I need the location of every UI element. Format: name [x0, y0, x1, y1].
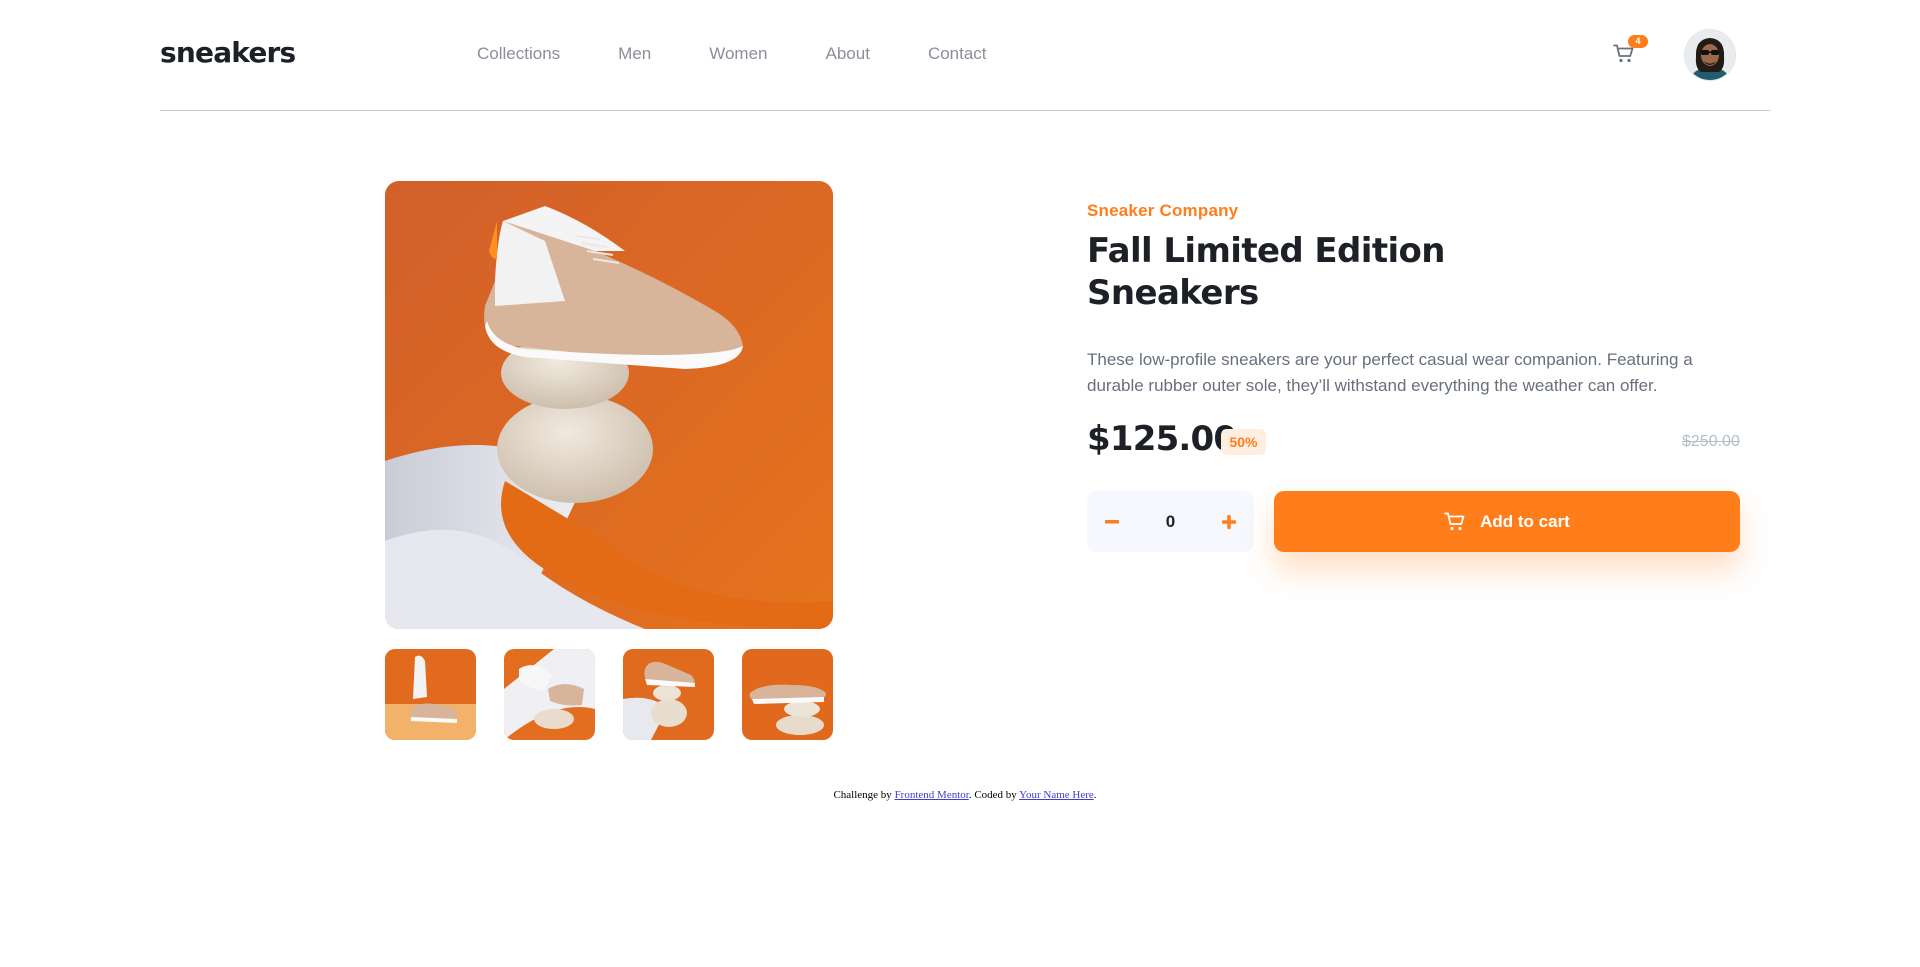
- attribution: Challenge by Frontend Mentor. Coded by Y…: [0, 789, 1920, 801]
- cart-icon: [1444, 512, 1465, 530]
- frontend-mentor-link[interactable]: Frontend Mentor: [895, 789, 969, 801]
- nav-link-about[interactable]: About: [826, 44, 870, 64]
- thumbnail-1[interactable]: [385, 649, 476, 740]
- nav-link-collections[interactable]: Collections: [477, 44, 560, 64]
- nav-link-contact[interactable]: Contact: [928, 44, 987, 64]
- quantity-stepper: 0: [1087, 491, 1254, 552]
- thumbnail-2[interactable]: [504, 649, 595, 740]
- author-link[interactable]: Your Name Here: [1019, 789, 1094, 801]
- main-nav: Collections Men Women About Contact: [477, 44, 1045, 64]
- add-to-cart-label: Add to cart: [1480, 511, 1570, 531]
- product-description: These low-profile sneakers are your perf…: [1087, 350, 1693, 395]
- current-price: $125.00: [1087, 419, 1237, 459]
- logo[interactable]: sneakers: [160, 36, 296, 69]
- avatar-image: [1685, 30, 1735, 80]
- avatar[interactable]: [1685, 30, 1735, 80]
- nav-link-women[interactable]: Women: [709, 44, 767, 64]
- attribution-prefix: Challenge by: [833, 789, 895, 801]
- increase-quantity-button[interactable]: [1204, 491, 1254, 552]
- company-name: Sneaker Company: [1087, 201, 1239, 220]
- quantity-value: 0: [1165, 512, 1176, 531]
- thumbnail-4[interactable]: [742, 649, 833, 740]
- cart-button[interactable]: 4: [1613, 35, 1648, 72]
- thumbnail-image-1: [385, 649, 476, 740]
- product-main-image[interactable]: [385, 181, 833, 629]
- site-header: sneakers Collections Men Women About Con…: [160, 0, 1770, 111]
- thumbnail-image-2: [504, 649, 595, 740]
- thumbnail-strip: [385, 649, 833, 740]
- add-to-cart-button[interactable]: Add to cart: [1274, 491, 1740, 552]
- minus-icon: [1105, 519, 1119, 523]
- thumbnail-image-3: [623, 649, 714, 740]
- attribution-suffix: .: [1093, 789, 1097, 801]
- attribution-middle: . Coded by: [968, 789, 1020, 801]
- decrease-quantity-button[interactable]: [1087, 491, 1137, 552]
- product-title: Fall Limited Edition Sneakers: [1087, 231, 1446, 313]
- plus-icon: [1222, 514, 1236, 529]
- original-price: $250.00: [1682, 433, 1740, 450]
- thumbnail-3[interactable]: [623, 649, 714, 740]
- discount-badge: 50%: [1221, 429, 1266, 455]
- nav-link-men[interactable]: Men: [618, 44, 651, 64]
- thumbnail-image-4: [742, 649, 833, 740]
- sneaker-image: [385, 181, 833, 629]
- cart-count-badge: 4: [1628, 35, 1648, 48]
